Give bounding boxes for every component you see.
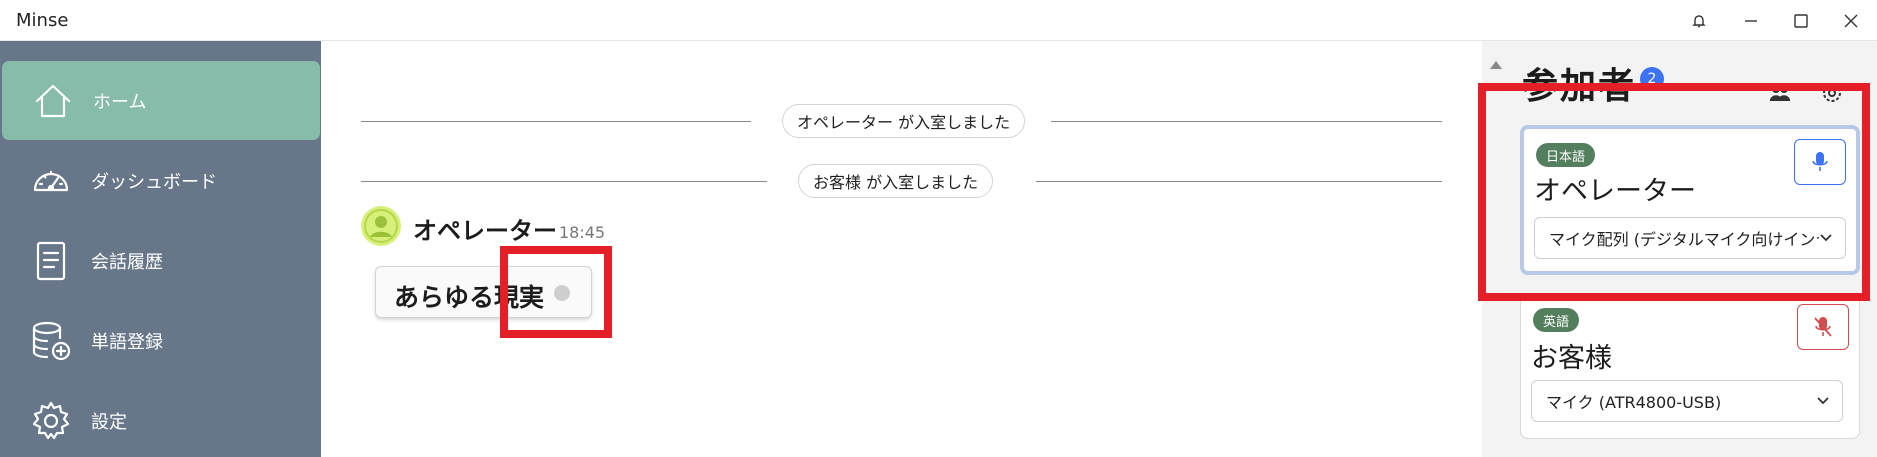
divider xyxy=(1036,181,1442,182)
close-icon[interactable] xyxy=(1825,0,1877,41)
sidebar-item-settings[interactable]: 設定 xyxy=(0,381,321,457)
mic-muted-button[interactable] xyxy=(1797,304,1849,350)
system-message: お客様 が入室しました xyxy=(361,161,1442,201)
sidebar-item-dashboard[interactable]: ダッシュボード xyxy=(0,141,321,220)
message-sender: オペレーター xyxy=(413,217,557,245)
gear-icon xyxy=(28,398,74,444)
sidebar-item-label: 設定 xyxy=(91,411,127,433)
document-icon xyxy=(28,238,74,284)
highlight-box xyxy=(500,246,612,338)
participant-name: お客様 xyxy=(1531,343,1612,374)
title-bar: Minse xyxy=(0,0,1877,41)
bell-icon[interactable] xyxy=(1673,0,1725,41)
divider xyxy=(361,121,751,122)
sidebar-item-home[interactable]: ホーム xyxy=(2,61,320,140)
user-avatar-icon xyxy=(361,206,401,246)
sidebar-item-label: 会話履歴 xyxy=(91,251,163,273)
app-title: Minse xyxy=(16,10,69,31)
sidebar: ホーム ダッシュボード 会話履歴 単語登録 設定 xyxy=(0,41,321,457)
divider xyxy=(361,181,767,182)
sidebar-item-history[interactable]: 会話履歴 xyxy=(0,221,321,300)
sidebar-item-label: ダッシュボード xyxy=(91,171,217,193)
system-message: オペレーター が入室しました xyxy=(361,101,1442,141)
sidebar-item-dictionary[interactable]: 単語登録 xyxy=(0,301,321,380)
selected-device: マイク (ATR4800-USB) xyxy=(1546,393,1722,412)
scroll-up-arrow-icon[interactable] xyxy=(1490,61,1502,69)
minimize-icon[interactable] xyxy=(1725,0,1777,41)
chat-area: オペレーター が入室しました お客様 が入室しました オペレーター 18:45 … xyxy=(321,41,1482,457)
home-icon xyxy=(30,78,76,124)
system-message-pill: お客様 が入室しました xyxy=(798,164,994,198)
message-time: 18:45 xyxy=(559,223,606,242)
microphone-muted-icon xyxy=(1814,317,1832,337)
database-add-icon xyxy=(28,318,74,364)
sidebar-item-label: ホーム xyxy=(93,91,147,113)
maximize-icon[interactable] xyxy=(1775,0,1827,41)
system-message-pill: オペレーター が入室しました xyxy=(782,104,1026,138)
highlight-box xyxy=(1478,83,1870,301)
language-badge: 英語 xyxy=(1533,308,1580,332)
participants-panel: 参加者 2 日本語 オペレーター マイク配列 (デジタルマイク向けインテル® ス… xyxy=(1478,41,1877,457)
divider xyxy=(1051,121,1442,122)
mic-device-select[interactable]: マイク (ATR4800-USB) xyxy=(1531,380,1843,422)
participant-card-customer[interactable]: 英語 お客様 マイク (ATR4800-USB) xyxy=(1520,293,1860,439)
dashboard-gauge-icon xyxy=(28,158,74,204)
sidebar-item-label: 単語登録 xyxy=(91,331,163,353)
chevron-down-icon xyxy=(1817,397,1829,405)
